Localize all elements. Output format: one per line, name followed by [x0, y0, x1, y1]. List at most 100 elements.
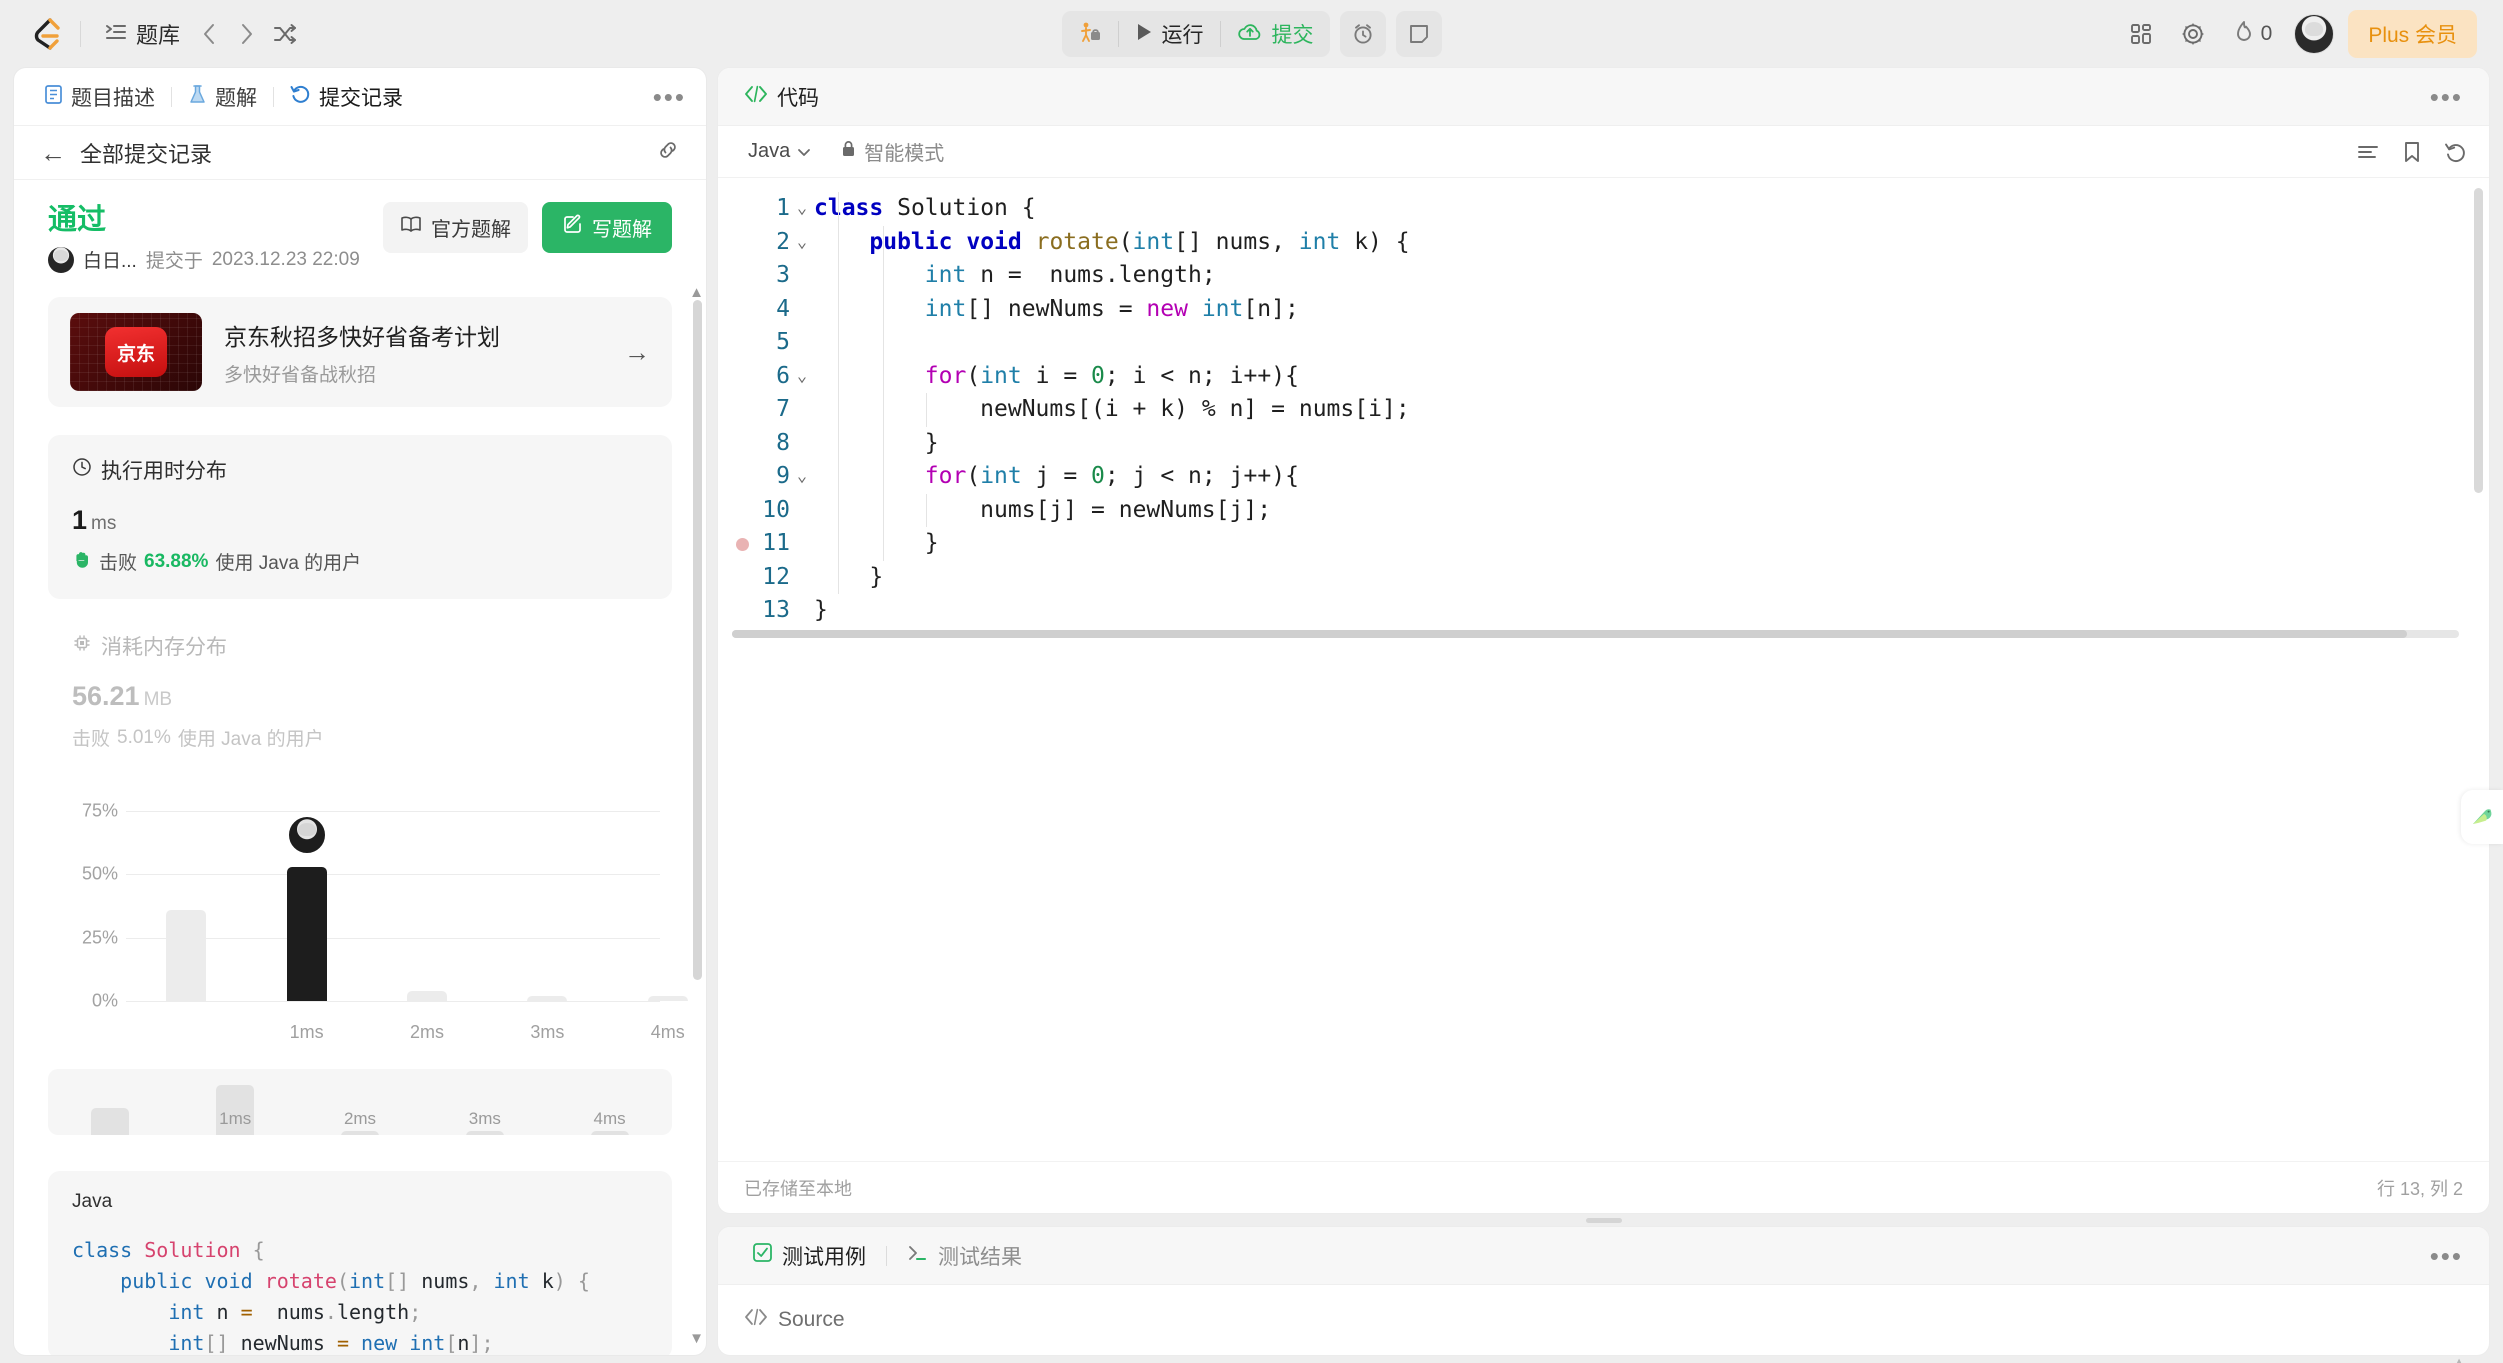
- format-lines-icon[interactable]: [2356, 142, 2380, 162]
- problems-nav-button[interactable]: 题库: [95, 12, 190, 56]
- tab-testresult[interactable]: 测试结果: [899, 1237, 1030, 1275]
- official-solution-button[interactable]: 官方题解: [383, 202, 528, 253]
- editor-line[interactable]: 1 ⌄ class Solution {: [718, 192, 2489, 226]
- bookmark-icon[interactable]: [2402, 141, 2422, 163]
- reset-icon[interactable]: [2444, 141, 2467, 163]
- editor-line-number: 12: [762, 563, 790, 590]
- editor-line[interactable]: 9 ⌄ for(int j = 0; j < n; j++){: [718, 460, 2489, 494]
- test-panel-more-icon[interactable]: •••: [2430, 1243, 2463, 1269]
- promo-text: 京东秋招多快好省备考计划 多快好省备战秋招: [224, 318, 602, 387]
- chart-bar[interactable]: [527, 996, 568, 1002]
- runtime-value-row: 1 ms: [72, 505, 648, 536]
- right-column: 代码 ••• Java 智能模式 1 ⌄ class Solution {2 …: [718, 68, 2489, 1363]
- left-panel-more-icon[interactable]: •••: [653, 84, 686, 110]
- next-problem-button[interactable]: [228, 15, 266, 53]
- language-selector[interactable]: Java: [740, 136, 819, 167]
- chip-icon: [72, 633, 92, 659]
- official-solution-label: 官方题解: [431, 219, 511, 241]
- chart-bar[interactable]: [407, 991, 447, 1002]
- chart-gridline: [126, 810, 660, 812]
- caret-down-icon[interactable]: ▼: [689, 1330, 704, 1347]
- editor-line[interactable]: 2 ⌄ public void rotate(int[] nums, int k)…: [718, 226, 2489, 260]
- editor-line[interactable]: 4 int[] newNums = new int[n];: [718, 293, 2489, 327]
- editor-line[interactable]: 12 }: [718, 561, 2489, 595]
- chevron-down-icon: [797, 140, 811, 163]
- code-brackets-icon: [744, 1307, 768, 1333]
- debug-button[interactable]: [1062, 11, 1118, 57]
- tab-submissions[interactable]: 提交记录: [280, 77, 413, 117]
- description-icon: [44, 84, 63, 110]
- editor-fold-toggle[interactable]: ⌄: [790, 192, 814, 226]
- chart-bar[interactable]: [286, 866, 327, 1002]
- editor-fold-toggle[interactable]: ⌄: [790, 460, 814, 494]
- runtime-unit: ms: [91, 513, 117, 535]
- chart-y-tick-label: 50%: [81, 863, 118, 884]
- leetcode-logo-icon[interactable]: [26, 14, 66, 54]
- editor-line[interactable]: 5: [718, 326, 2489, 360]
- link-icon[interactable]: [656, 138, 680, 167]
- tab-solutions[interactable]: 题解: [178, 77, 267, 117]
- test-panel-scroll-controls[interactable]: ▲ ▼: [2451, 1356, 2467, 1363]
- editor-line[interactable]: 6 ⌄ for(int i = 0; i < n; i++){: [718, 360, 2489, 394]
- timer-button[interactable]: [1339, 11, 1386, 57]
- green-bird-icon[interactable]: [2461, 790, 2503, 844]
- prev-problem-button[interactable]: [190, 15, 228, 53]
- left-panel-scrollbar[interactable]: [693, 300, 702, 980]
- editor-horizontal-scrollbar[interactable]: [732, 629, 2459, 638]
- memory-beat-percent: 5.01%: [117, 726, 171, 748]
- editor-horizontal-scrollbar-thumb[interactable]: [732, 629, 2408, 638]
- shuffle-icon[interactable]: [266, 15, 304, 53]
- note-button[interactable]: [1395, 11, 1442, 57]
- code-editor[interactable]: 1 ⌄ class Solution {2 ⌄ public void rotate(…: [718, 178, 2489, 1161]
- write-solution-button[interactable]: 写题解: [542, 202, 672, 253]
- tab-testcase-label: 测试用例: [782, 1245, 866, 1269]
- editor-line[interactable]: 11 }: [718, 527, 2489, 561]
- user-avatar[interactable]: [2294, 14, 2335, 54]
- tab-testcase[interactable]: 测试用例: [744, 1237, 874, 1275]
- smart-mode-toggle[interactable]: 智能模式: [841, 137, 944, 166]
- runtime-beat-row: 击败 63.88% 使用 Java 的用户: [72, 548, 648, 575]
- code-panel-more-icon[interactable]: •••: [2430, 84, 2463, 110]
- editor-fold-toggle[interactable]: ⌄: [790, 360, 814, 394]
- submitter-name[interactable]: 白日...: [83, 246, 137, 273]
- list-icon: [105, 22, 127, 47]
- runtime-beat-percent: 63.88%: [144, 550, 209, 572]
- promo-title: 京东秋招多快好省备考计划: [224, 323, 500, 350]
- submitted-code-language: Java: [72, 1191, 113, 1213]
- chart-user-marker-avatar: [288, 816, 325, 853]
- all-submissions-title[interactable]: 全部提交记录: [80, 137, 212, 169]
- editor-line[interactable]: 7 newNums[(i + k) % n] = nums[i];: [718, 393, 2489, 427]
- memory-card-header: 消耗内存分布: [72, 631, 648, 661]
- promo-banner[interactable]: 京东 京东秋招多快好省备考计划 多快好省备战秋招 →: [48, 297, 672, 408]
- arrow-right-icon[interactable]: →: [624, 337, 650, 368]
- editor-fold-toggle[interactable]: ⌄: [790, 226, 814, 260]
- source-row[interactable]: Source: [744, 1307, 2463, 1333]
- editor-vertical-scrollbar[interactable]: [2474, 188, 2483, 493]
- caret-up-icon[interactable]: ▲: [2451, 1356, 2467, 1363]
- gear-icon[interactable]: [2174, 15, 2212, 53]
- editor-status-bar: 已存储至本地 行 13, 列 2: [718, 1161, 2489, 1213]
- debug-lock-icon: [1078, 20, 1102, 49]
- submit-button[interactable]: 提交: [1221, 11, 1330, 57]
- plus-membership-button[interactable]: Plus 会员: [2348, 10, 2477, 58]
- promo-badge-text: 京东: [105, 327, 167, 378]
- chart-bar[interactable]: [341, 1131, 379, 1136]
- arrow-left-icon[interactable]: ←: [40, 140, 66, 166]
- chart-bar[interactable]: [166, 909, 207, 1002]
- panel-splitter[interactable]: [718, 1213, 2489, 1227]
- chart-bar[interactable]: [465, 1131, 504, 1136]
- caret-up-icon[interactable]: ▲: [689, 284, 704, 301]
- editor-line[interactable]: 8 }: [718, 427, 2489, 461]
- editor-line[interactable]: 10 nums[j] = newNums[j];: [718, 494, 2489, 528]
- chart-bar[interactable]: [647, 996, 688, 1002]
- chart-bar[interactable]: [590, 1131, 629, 1136]
- chart-bar[interactable]: [91, 1108, 130, 1136]
- streak-counter[interactable]: 0: [2226, 14, 2281, 55]
- grid-apps-icon[interactable]: [2122, 15, 2160, 53]
- editor-line[interactable]: 13}: [718, 594, 2489, 628]
- nav-divider: [80, 21, 81, 47]
- tab-description[interactable]: 题目描述: [34, 77, 165, 117]
- breakpoint-marker[interactable]: [736, 538, 749, 551]
- run-button[interactable]: 运行: [1119, 11, 1220, 57]
- editor-line[interactable]: 3 int n = nums.length;: [718, 259, 2489, 293]
